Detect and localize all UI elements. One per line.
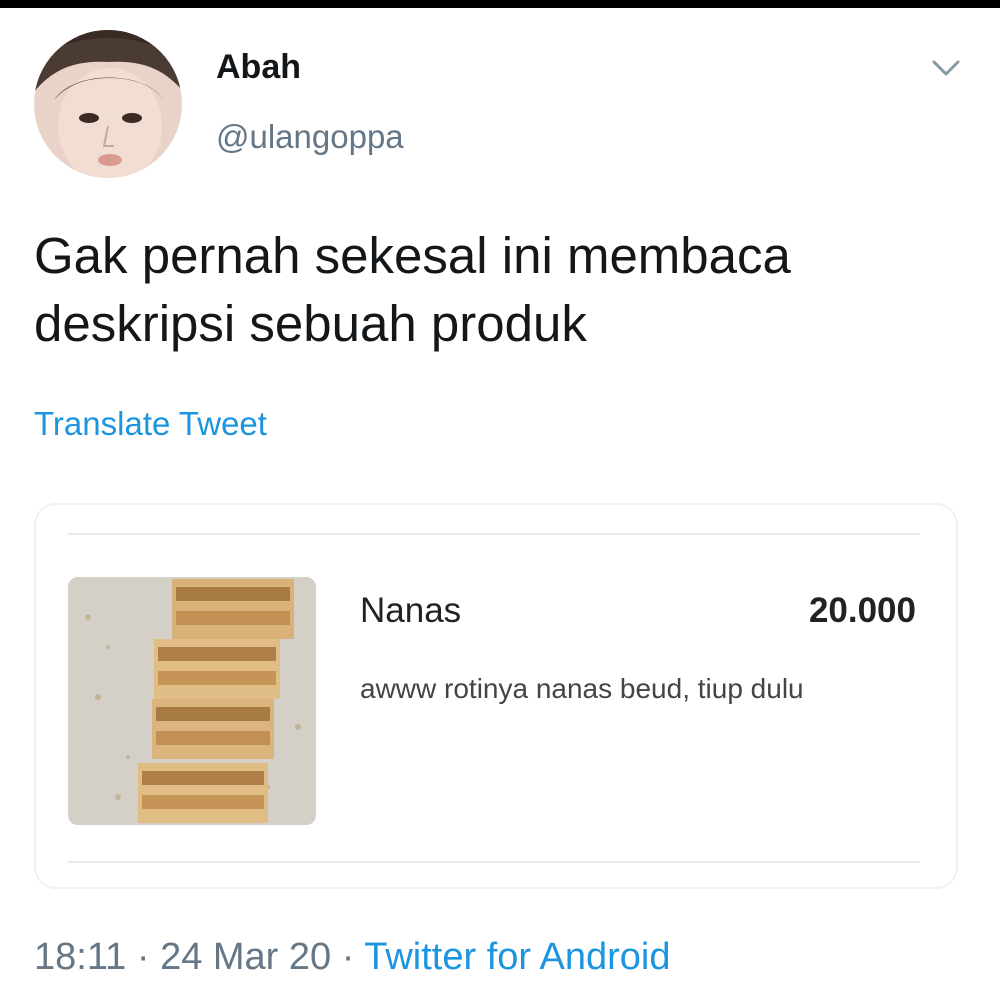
card-divider [68, 533, 920, 535]
top-border [0, 0, 1000, 8]
meta-separator: · [136, 936, 150, 978]
product-card[interactable]: Nanas 20.000 awww rotinya nanas beud, ti… [34, 503, 958, 889]
meta-separator: · [341, 936, 355, 978]
tweet-time[interactable]: 18:11 [34, 936, 126, 978]
product-image [68, 577, 316, 825]
card-divider [68, 861, 920, 863]
tweet-text: Gak pernah sekesal ini membaca deskripsi… [34, 227, 791, 352]
tweet-source-link[interactable]: Twitter for Android [364, 936, 670, 978]
user-handle[interactable]: @ulangoppa [216, 118, 404, 156]
display-name[interactable]: Abah [216, 48, 301, 87]
avatar[interactable] [34, 30, 182, 178]
product-name: Nanas [360, 591, 462, 630]
product-description: awww rotinya nanas beud, tiup dulu [360, 673, 804, 704]
avatar-image [34, 30, 182, 178]
translate-tweet-link[interactable]: Translate Tweet [34, 405, 267, 443]
tweet-date[interactable]: 24 Mar 20 [160, 936, 331, 978]
tweet-meta: 18:11 · 24 Mar 20 · Twitter for Android [34, 936, 671, 979]
chevron-down-icon[interactable] [924, 50, 968, 86]
product-price: 20.000 [808, 591, 916, 630]
